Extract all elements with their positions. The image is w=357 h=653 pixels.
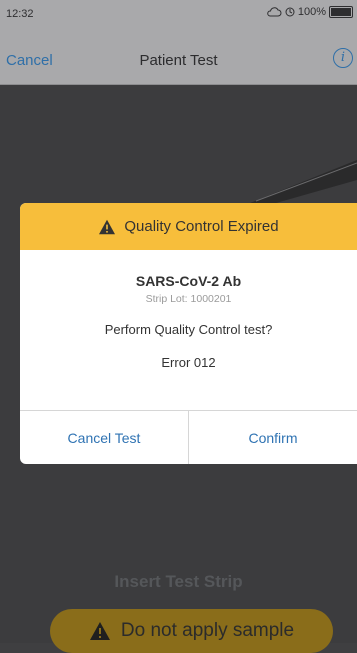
status-time: 12:32 [6,8,34,20]
dialog-actions: Cancel Test Confirm [20,410,357,464]
navigation-bar: Cancel Patient Test i [0,32,357,85]
dialog-prompt: Perform Quality Control test? [104,322,273,337]
signal-icon [285,7,295,17]
page-title: Patient Test [139,52,218,69]
warning-icon [89,622,110,640]
status-icons: 100% [266,6,353,18]
confirm-button[interactable]: Confirm [188,411,357,464]
test-name: SARS-CoV-2 Ab [135,273,242,289]
warning-text: Do not apply sample [120,620,295,641]
error-code: Error 012 [161,355,216,370]
quality-control-dialog: Quality Control Expired SARS-CoV-2 Ab St… [20,203,357,464]
battery-icon [329,6,353,18]
dialog-title: Quality Control Expired [124,218,279,235]
status-bar: 12:32 100% [0,0,357,32]
strip-lot: Strip Lot: 1000201 [145,293,232,305]
dialog-body: SARS-CoV-2 Ab Strip Lot: 1000201 Perform… [20,273,357,370]
insert-strip-instruction: Insert Test Strip [114,572,243,591]
dialog-header: Quality Control Expired [20,203,357,250]
warning-icon [99,219,116,234]
cloud-icon [267,7,282,17]
battery-percent: 100% [297,6,326,18]
info-icon[interactable]: i [333,48,353,68]
cancel-test-button[interactable]: Cancel Test [20,411,188,464]
apply-sample-warning: Do not apply sample [50,609,333,653]
